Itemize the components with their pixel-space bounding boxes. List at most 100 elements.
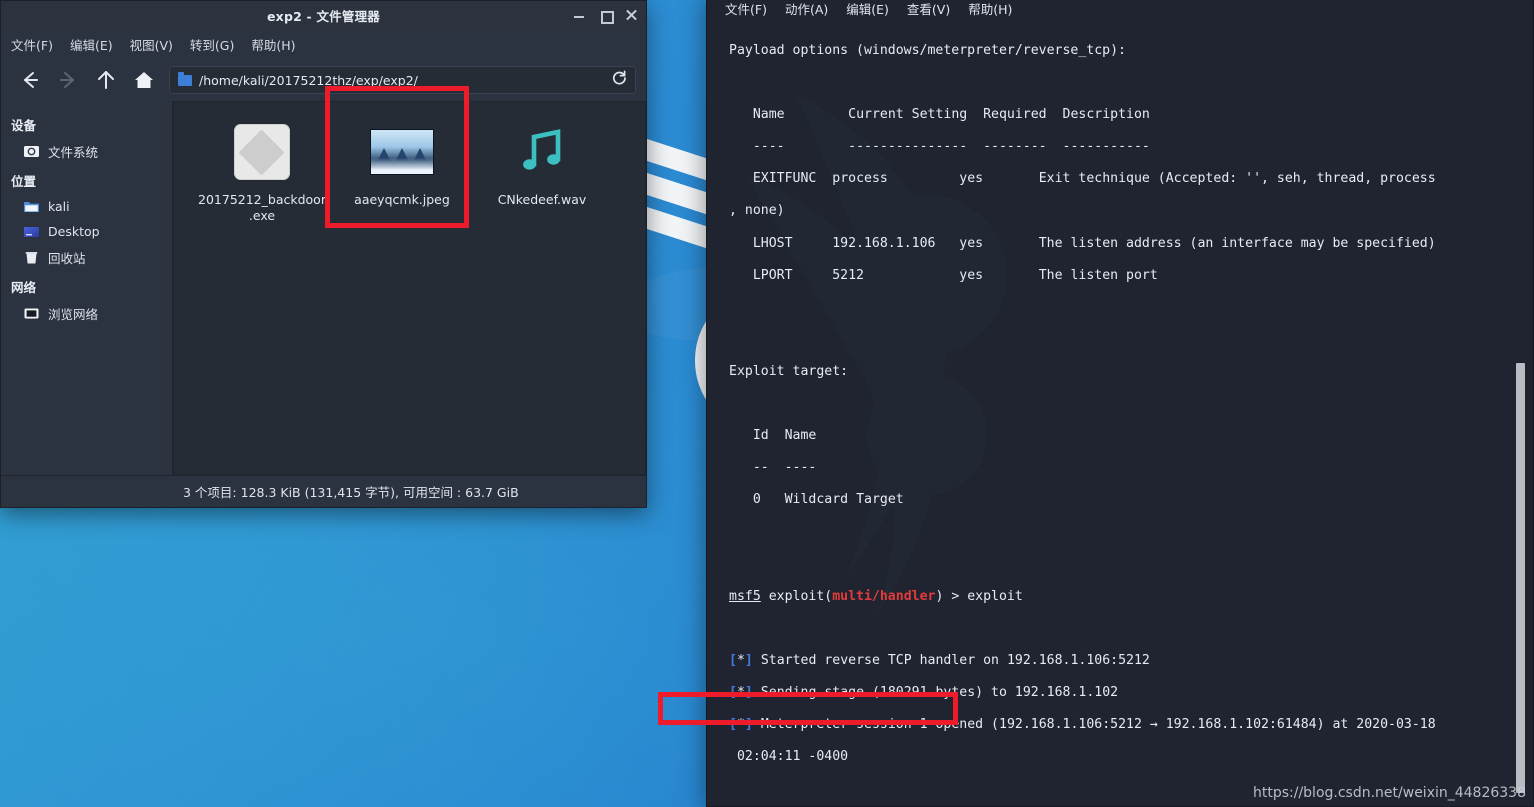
cell-target-name: Wildcard Target xyxy=(784,492,904,508)
terminal-info-line: [*] Meterpreter session 1 opened (192.16… xyxy=(729,716,1436,732)
desktop-folder-icon xyxy=(23,223,40,240)
rule-name: ---- xyxy=(752,139,785,155)
reload-icon[interactable] xyxy=(611,70,627,90)
terminal-menu-help[interactable]: 帮助(H) xyxy=(968,0,1012,18)
status-text: 3 个项目: 128.3 KiB (131,415 字节), 可用空间 : 63… xyxy=(183,485,519,500)
info-marker: [ xyxy=(729,684,737,700)
col-required: Required xyxy=(983,107,1047,123)
col-target-name: Name xyxy=(784,428,817,444)
cell-name: LHOST xyxy=(752,235,793,251)
sidebar-item-label: 文件系统 xyxy=(48,145,99,160)
exe-icon xyxy=(230,120,294,184)
menu-item-view[interactable]: 视图(V) xyxy=(130,35,173,54)
rule-id: -- xyxy=(752,460,769,476)
cell-id: 0 xyxy=(752,492,761,508)
sidebar-item-label: Desktop xyxy=(48,224,100,239)
sidebar[interactable]: 设备 文件系统 位置 kali Desktop 回收站 网络 浏览网络 xyxy=(1,101,173,475)
cell-setting: 5212 xyxy=(832,267,864,283)
sidebar-heading-places: 位置 xyxy=(11,174,37,189)
cell-description: The listen address (an interface may be … xyxy=(1038,235,1436,251)
forward-arrow-icon[interactable] xyxy=(49,65,87,95)
menu-item-help[interactable]: 帮助(H) xyxy=(251,35,295,54)
terminal-info-line: [*] Sending stage (180291 bytes) to 192.… xyxy=(729,684,1119,700)
sidebar-item-filesystem[interactable]: 文件系统 xyxy=(1,138,172,165)
terminal-menu-file[interactable]: 文件(F) xyxy=(725,0,767,18)
menu-item-edit[interactable]: 编辑(E) xyxy=(70,35,113,54)
sidebar-item-kali[interactable]: kali xyxy=(1,194,172,219)
terminal-window[interactable]: 文件(F) 动作(A) 编辑(E) 查看(V) 帮助(H) Payload op… xyxy=(706,0,1534,807)
file-manager-toolbar[interactable]: /home/kali/20175212thz/exp/exp2/ xyxy=(1,59,646,101)
icon-grid: 20175212_backdoor.exe aaeyqcmk.jpeg CNke… xyxy=(174,102,645,223)
file-list-area[interactable]: 20175212_backdoor.exe aaeyqcmk.jpeg CNke… xyxy=(173,101,646,475)
sidebar-item-label: 回收站 xyxy=(48,251,86,266)
sidebar-item-desktop[interactable]: Desktop xyxy=(1,219,172,244)
file-label: 20175212_backdoor.exe xyxy=(198,192,326,223)
file-item-backdoor-exe[interactable]: 20175212_backdoor.exe xyxy=(192,116,332,223)
file-manager-window[interactable]: exp2 - 文件管理器 文件(F) 编辑(E) 视图(V) 转到(G) 帮助(… xyxy=(0,0,647,508)
msf-prompt-mid: exploit( xyxy=(760,588,833,604)
terminal-table-row: EXITFUNC process yes Exit technique (Acc… xyxy=(729,171,1533,187)
cell-name: EXITFUNC xyxy=(752,171,817,187)
cell-description: Exit technique (Accepted: '', seh, threa… xyxy=(1038,171,1436,187)
msf-module-name: multi/handler xyxy=(832,588,936,604)
terminal-output[interactable]: Payload options (windows/meterpreter/rev… xyxy=(707,21,1533,806)
terminal-menubar[interactable]: 文件(F) 动作(A) 编辑(E) 查看(V) 帮助(H) xyxy=(707,0,1533,21)
info-marker: [ xyxy=(729,716,737,732)
info-text: Meterpreter session 1 opened (192.168.1.… xyxy=(760,716,1436,732)
col-id: Id xyxy=(752,428,769,444)
terminal-line-rule: -- ---- xyxy=(729,460,1533,476)
file-manager-titlebar[interactable]: exp2 - 文件管理器 xyxy=(1,1,646,29)
info-text: Sending stage (180291 bytes) to 192.168.… xyxy=(760,684,1119,700)
terminal-line-table-head: Id Name xyxy=(729,428,1533,444)
menu-item-file[interactable]: 文件(F) xyxy=(11,35,53,54)
terminal-scrollbar-thumb[interactable] xyxy=(1516,363,1525,793)
sidebar-item-browse-network[interactable]: 浏览网络 xyxy=(1,300,172,327)
col-current-setting: Current Setting xyxy=(848,107,968,123)
msf-prompt-label: msf5 xyxy=(729,588,761,604)
menu-item-go[interactable]: 转到(G) xyxy=(190,35,234,54)
maximize-icon[interactable] xyxy=(598,8,614,24)
up-arrow-icon[interactable] xyxy=(87,65,125,95)
watermark-url: https://blog.csdn.net/weixin_44826338 xyxy=(1252,785,1526,801)
path-text: /home/kali/20175212thz/exp/exp2/ xyxy=(199,72,418,88)
minimize-icon[interactable] xyxy=(572,8,586,22)
col-description: Description xyxy=(1062,107,1150,123)
cell-required: yes xyxy=(959,235,984,251)
path-input[interactable]: /home/kali/20175212thz/exp/exp2/ xyxy=(169,66,636,94)
image-thumbnail xyxy=(370,120,434,184)
sidebar-item-trash[interactable]: 回收站 xyxy=(1,244,172,271)
trash-icon xyxy=(23,249,40,266)
sidebar-item-label: kali xyxy=(48,199,70,214)
window-controls[interactable] xyxy=(572,1,638,29)
network-icon xyxy=(23,305,40,322)
terminal-menu-view[interactable]: 查看(V) xyxy=(907,0,950,18)
file-manager-menubar[interactable]: 文件(F) 编辑(E) 视图(V) 转到(G) 帮助(H) xyxy=(1,29,646,59)
cell-name: LPORT xyxy=(752,267,793,283)
terminal-table-row: , none) xyxy=(729,203,1533,219)
folder-icon xyxy=(178,71,192,86)
file-item-aaeyqcmk-jpeg[interactable]: aaeyqcmk.jpeg xyxy=(332,116,472,223)
folder-icon xyxy=(23,198,40,215)
home-icon[interactable] xyxy=(125,65,163,95)
terminal-table-row: LPORT 5212 yes The listen port xyxy=(729,268,1533,284)
payload-options-header: Payload options (windows/meterpreter/rev… xyxy=(729,43,1126,58)
file-label: CNkedeef.wav xyxy=(497,192,587,207)
window-title: exp2 - 文件管理器 xyxy=(267,8,380,24)
file-item-cnkedeef-wav[interactable]: CNkedeef.wav xyxy=(472,116,612,223)
terminal-prompt-line: msf5 exploit(multi/handler) > exploit xyxy=(729,589,1533,605)
terminal-menu-action[interactable]: 动作(A) xyxy=(785,0,828,18)
close-icon[interactable] xyxy=(624,8,638,22)
terminal-menu-edit[interactable]: 编辑(E) xyxy=(846,0,889,18)
rule-target-name: ---- xyxy=(784,460,817,476)
cell-required: yes xyxy=(959,267,984,283)
terminal-line: Payload options (windows/meterpreter/rev… xyxy=(729,43,1533,59)
back-arrow-icon[interactable] xyxy=(11,65,49,95)
terminal-line: Exploit target: xyxy=(729,364,1533,380)
info-text: Started reverse TCP handler on 192.168.1… xyxy=(760,652,1150,668)
